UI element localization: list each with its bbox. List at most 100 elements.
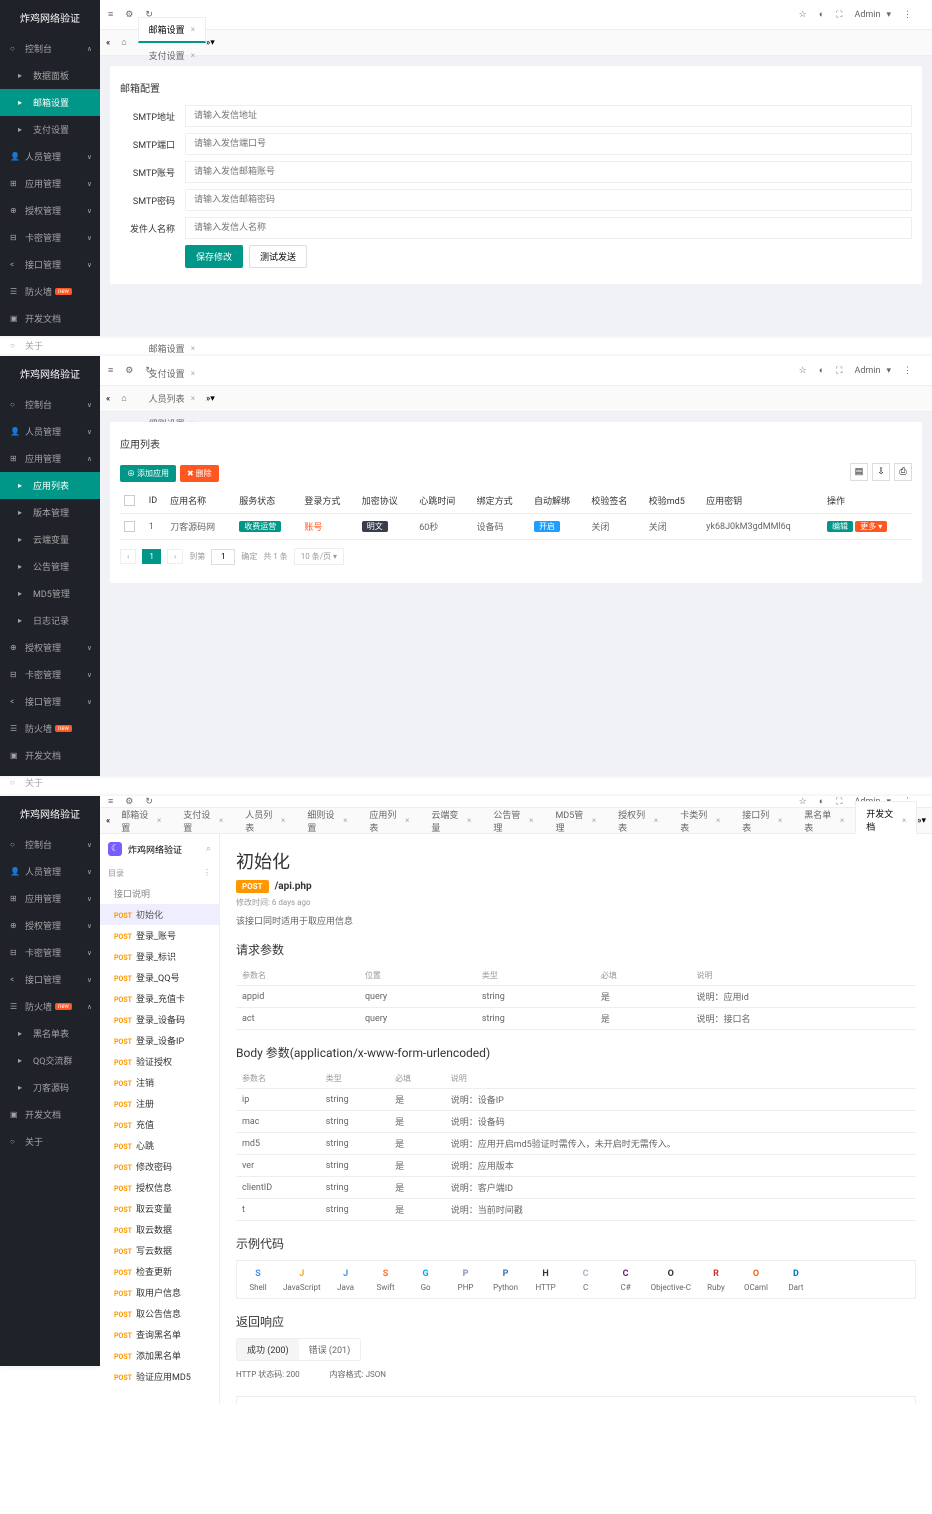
close-icon[interactable]: × [654, 816, 658, 825]
filter-icon[interactable]: ▤ [850, 463, 868, 481]
sidebar-item[interactable]: ☰防火墙new∧ [0, 993, 100, 1020]
sidebar-item[interactable]: ▸支付设置 [0, 116, 100, 143]
select-all-checkbox[interactable] [124, 495, 135, 506]
doc-nav-item[interactable]: POST取公告信息 [100, 1303, 219, 1324]
lang-item[interactable]: SSwift [371, 1267, 401, 1292]
lang-item[interactable]: HHTTP [531, 1267, 561, 1292]
sidebar-item[interactable]: ▣开发文档 [0, 742, 100, 769]
sidebar-item[interactable]: ▸公告管理 [0, 553, 100, 580]
test-send-button[interactable]: 测试发送 [249, 245, 307, 268]
sidebar-item[interactable]: ⊟卡密管理∨ [0, 224, 100, 251]
lang-item[interactable]: SShell [243, 1267, 273, 1292]
sidebar-item[interactable]: ▸日志记录 [0, 607, 100, 634]
sidebar-item[interactable]: ▸黑名单表 [0, 1020, 100, 1047]
close-icon[interactable]: × [157, 816, 161, 825]
tab[interactable]: 支付设置× [138, 361, 206, 386]
more-icon[interactable]: ⋮ [903, 366, 912, 376]
close-icon[interactable]: × [592, 816, 596, 825]
sidebar-item[interactable]: <接口管理∨ [0, 688, 100, 715]
doc-nav-item[interactable]: POST注销 [100, 1072, 219, 1093]
doc-nav-item[interactable]: POST修改密码 [100, 1156, 219, 1177]
gear-icon[interactable]: ⚙ [125, 10, 133, 20]
close-icon[interactable]: × [281, 816, 285, 825]
doc-nav-item[interactable]: POST登录_标识 [100, 946, 219, 967]
sidebar-item[interactable]: ▸MD5管理 [0, 580, 100, 607]
sidebar-item[interactable]: ▸版本管理 [0, 499, 100, 526]
sidebar-item[interactable]: ⊟卡密管理∨ [0, 939, 100, 966]
page-input[interactable] [211, 549, 235, 565]
sidebar-item[interactable]: <接口管理∨ [0, 251, 100, 278]
lang-item[interactable]: OOCaml [741, 1267, 771, 1292]
pager-confirm[interactable]: 确定 [241, 551, 257, 562]
lang-item[interactable]: PPHP [451, 1267, 481, 1292]
close-icon[interactable]: × [405, 816, 409, 825]
notify-icon[interactable]: ☆ [799, 366, 807, 376]
sidebar-item[interactable]: ○关于 [0, 1128, 100, 1155]
edit-button[interactable]: 编辑 [827, 521, 853, 532]
tab-home[interactable]: ⌂ [110, 387, 137, 410]
menu-icon[interactable]: ≡ [108, 365, 113, 376]
chevron-down-icon[interactable]: ▾ [886, 366, 891, 376]
menu-icon[interactable]: ≡ [108, 9, 113, 20]
sidebar-item[interactable]: 👤人员管理∨ [0, 418, 100, 445]
sidebar-item[interactable]: ▣开发文档 [0, 1101, 100, 1128]
per-page-select[interactable]: 10 条/页 ▾ [294, 548, 344, 565]
doc-nav-item[interactable]: POST登录_设备IP [100, 1030, 219, 1051]
sidebar-item[interactable]: ▸QQ交流群 [0, 1047, 100, 1074]
fullscreen-icon[interactable]: ⛶ [836, 10, 842, 20]
form-input[interactable] [185, 105, 912, 127]
theme-icon[interactable]: ◐ [819, 9, 824, 20]
doc-nav-item[interactable]: POST验证授权 [100, 1051, 219, 1072]
doc-nav-item[interactable]: POST初始化 [100, 904, 219, 925]
lang-item[interactable]: CC# [611, 1267, 641, 1292]
doc-group[interactable]: 接口说明 [100, 883, 219, 904]
sidebar-item[interactable]: ○控制台∧ [0, 35, 100, 62]
lang-item[interactable]: JJavaScript [283, 1267, 321, 1292]
sidebar-item[interactable]: 👤人员管理∨ [0, 858, 100, 885]
sidebar-item[interactable]: ⊞应用管理∧ [0, 445, 100, 472]
row-checkbox[interactable] [124, 521, 135, 532]
theme-icon[interactable]: ◐ [819, 365, 824, 376]
lang-item[interactable]: OObjective-C [651, 1267, 691, 1292]
tab-home[interactable]: ⌂ [110, 31, 137, 54]
tabs-more-icon[interactable]: ▾ [210, 38, 215, 48]
close-icon[interactable]: × [467, 816, 471, 825]
next-page[interactable]: › [167, 549, 183, 564]
doc-nav-item[interactable]: POST添加黑名单 [100, 1345, 219, 1366]
form-input[interactable] [185, 133, 912, 155]
doc-nav-item[interactable]: POST取云数据 [100, 1219, 219, 1240]
prev-page[interactable]: ‹ [120, 549, 136, 564]
doc-nav-item[interactable]: POST充值 [100, 1114, 219, 1135]
sidebar-item[interactable]: ▸邮箱设置 [0, 89, 100, 116]
sidebar-item[interactable]: <接口管理∨ [0, 966, 100, 993]
print-icon[interactable]: ⎙ [894, 463, 912, 481]
fullscreen-icon[interactable]: ⛶ [836, 366, 842, 376]
close-icon[interactable]: × [840, 816, 844, 825]
close-icon[interactable]: × [902, 816, 906, 825]
close-icon[interactable]: × [716, 816, 720, 825]
response-tab[interactable]: 成功 (200) [237, 1339, 299, 1360]
close-icon[interactable]: × [191, 369, 195, 378]
tab[interactable]: 邮箱设置× [138, 336, 206, 361]
sidebar-item[interactable]: ▣开发文档 [0, 305, 100, 332]
gear-icon[interactable]: ⚙ [125, 366, 133, 376]
doc-nav-item[interactable]: POST查询黑名单 [100, 1324, 219, 1345]
close-icon[interactable]: × [529, 816, 533, 825]
sidebar-item[interactable]: ⊕授权管理∨ [0, 634, 100, 661]
chevron-down-icon[interactable]: ▾ [886, 10, 891, 20]
doc-nav-item[interactable]: POST取用户信息 [100, 1282, 219, 1303]
close-icon[interactable]: × [778, 816, 782, 825]
page-1[interactable]: 1 [142, 549, 161, 564]
sidebar-item[interactable]: ☰防火墙new [0, 278, 100, 305]
close-icon[interactable]: × [191, 394, 195, 403]
save-button[interactable]: 保存修改 [185, 245, 243, 268]
sidebar-item[interactable]: ▸刀客源码 [0, 1074, 100, 1101]
doc-nav-item[interactable]: POST登录_充值卡 [100, 988, 219, 1009]
tabs-more-icon[interactable]: ▾ [210, 394, 215, 404]
close-icon[interactable]: × [191, 25, 195, 34]
doc-nav-item[interactable]: POST验证应用MD5 [100, 1366, 219, 1387]
sidebar-item[interactable]: ⊕授权管理∨ [0, 912, 100, 939]
notify-icon[interactable]: ☆ [799, 10, 807, 20]
form-input[interactable] [185, 189, 912, 211]
tabs-more-icon[interactable]: ▾ [921, 816, 926, 826]
